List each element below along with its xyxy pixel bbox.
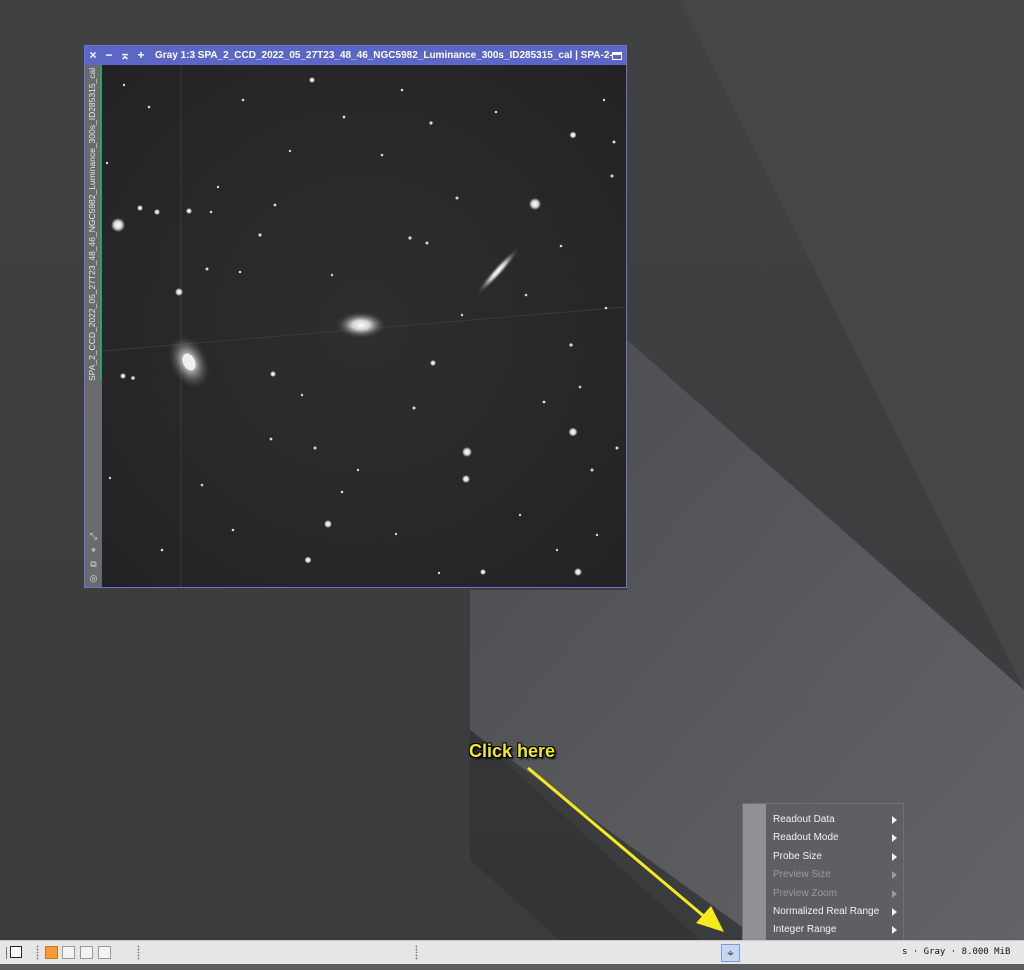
maximize-icon[interactable]: [612, 51, 622, 60]
submenu-arrow-icon: [892, 834, 897, 843]
submenu-arrow-icon: [892, 871, 897, 880]
submenu-arrow-icon: [892, 816, 897, 824]
color-swatch-4[interactable]: [98, 946, 111, 959]
toolbar-grip[interactable]: [415, 945, 418, 960]
menu-item-readout-mode[interactable]: Readout Mode: [766, 829, 903, 847]
view-identifier-label: SPA_2_CCD_2022_05_27T23_48_46_NGC5982_Lu…: [87, 67, 97, 381]
window-mode-icon[interactable]: [10, 946, 22, 958]
image-window-titlebar[interactable]: × − ⌅ + Gray 1:3 SPA_2_CCD_2022_05_27T23…: [85, 46, 626, 65]
image-status-text: s · Gray · 8.000 MiB: [902, 947, 1011, 957]
menu-item-label: Readout Mode: [773, 832, 839, 844]
minimize-icon[interactable]: −: [101, 46, 117, 65]
color-swatch-2[interactable]: [62, 946, 75, 959]
image-canvas[interactable]: [102, 65, 626, 587]
menu-item-label: Readout Data: [773, 814, 835, 825]
dock-strip: [0, 964, 1024, 970]
menu-item-normalized-real-range[interactable]: Normalized Real Range: [766, 903, 903, 921]
menu-item-integer-range[interactable]: Integer Range: [766, 921, 903, 939]
menu-item-label: Preview Zoom: [773, 887, 837, 899]
submenu-arrow-icon: [892, 908, 897, 916]
fit-view-icon[interactable]: ⤡: [88, 531, 99, 542]
submenu-arrow-icon: [892, 852, 897, 861]
toolbar-edge-icon[interactable]: [0, 947, 7, 959]
plus-icon[interactable]: +: [133, 46, 149, 65]
color-swatch-3[interactable]: [80, 946, 93, 959]
toolbar-grip[interactable]: [36, 945, 39, 960]
menu-item-preview-zoom: Preview Zoom: [766, 885, 903, 903]
menu-item-preview-size: Preview Size: [766, 866, 903, 884]
shade-icon[interactable]: ⌅: [117, 46, 133, 65]
submenu-arrow-icon: [892, 926, 897, 935]
menu-item-label: Integer Range: [773, 924, 837, 936]
menu-item-probe-size[interactable]: Probe Size: [766, 848, 903, 866]
window-sidebar[interactable]: SPA_2_CCD_2022_05_27T23_48_46_NGC5982_Lu…: [85, 65, 102, 587]
menu-item-label: Normalized Real Range: [773, 906, 880, 917]
window-title: Gray 1:3 SPA_2_CCD_2022_05_27T23_48_46_N…: [155, 50, 612, 61]
bottom-toolbar: ⌖ s · Gray · 8.000 MiB: [0, 940, 1024, 964]
close-icon[interactable]: ×: [85, 46, 101, 65]
image-window[interactable]: × − ⌅ + Gray 1:3 SPA_2_CCD_2022_05_27T23…: [84, 45, 627, 588]
click-here-annotation: Click here: [469, 741, 556, 761]
color-swatch-accent[interactable]: [45, 946, 58, 959]
submenu-arrow-icon: [892, 889, 897, 898]
clone-icon[interactable]: ⧉: [88, 559, 99, 570]
toolbar-grip[interactable]: [137, 945, 140, 960]
crosshair-icon[interactable]: ⌖: [721, 944, 740, 962]
zoom-icon[interactable]: ⌖: [88, 545, 99, 556]
menu-item-label: Preview Size: [773, 869, 831, 881]
menu-item-readout-data[interactable]: Readout Data: [766, 811, 903, 829]
menu-item-label: Probe Size: [773, 850, 822, 862]
target-icon[interactable]: ◎: [88, 573, 99, 584]
